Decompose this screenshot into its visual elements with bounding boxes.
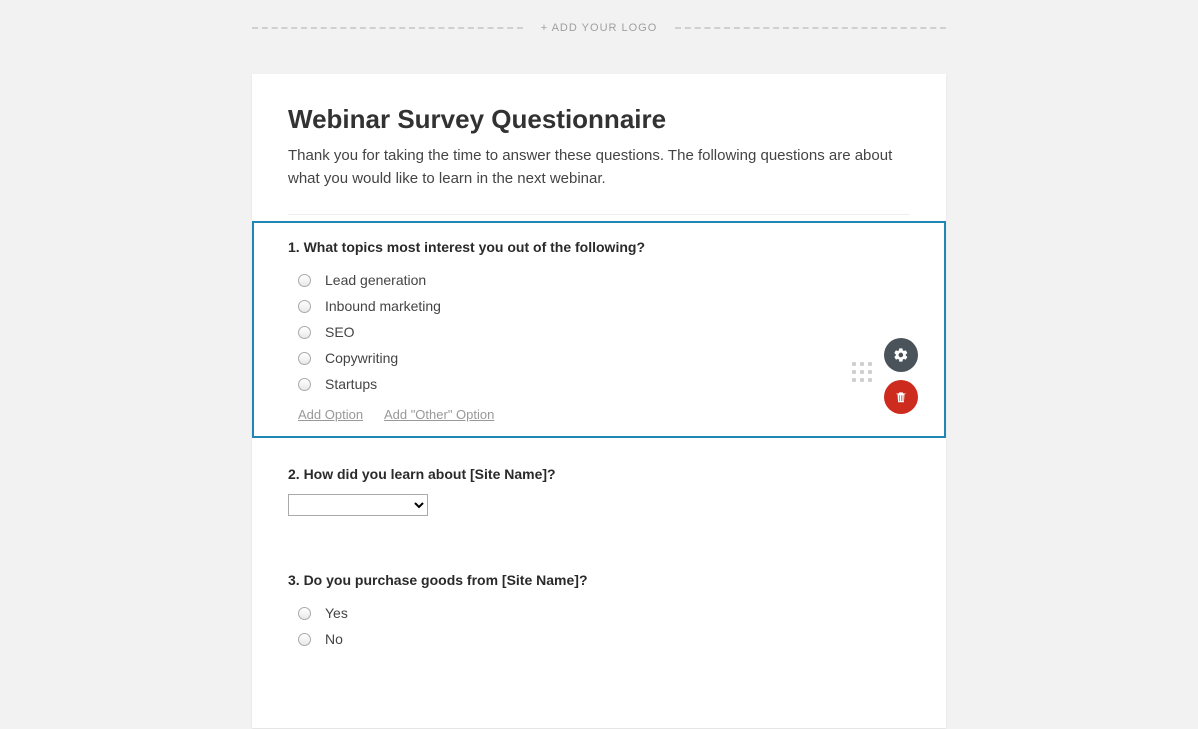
survey-title[interactable]: Webinar Survey Questionnaire bbox=[288, 104, 910, 135]
q1-option-label[interactable]: Startups bbox=[325, 376, 377, 392]
q3-option-label[interactable]: Yes bbox=[325, 605, 348, 621]
radio-icon[interactable] bbox=[298, 633, 311, 646]
add-other-option-link[interactable]: Add "Other" Option bbox=[384, 407, 494, 422]
dash-left bbox=[252, 27, 523, 29]
header-divider bbox=[288, 214, 910, 215]
drag-handle-icon[interactable] bbox=[852, 362, 872, 382]
delete-button[interactable] bbox=[884, 380, 918, 414]
q1-option-label[interactable]: Lead generation bbox=[325, 272, 426, 288]
q1-option-row[interactable]: Inbound marketing bbox=[288, 293, 910, 319]
question-2-block[interactable]: 2. How did you learn about [Site Name]? bbox=[252, 438, 946, 532]
radio-icon[interactable] bbox=[298, 378, 311, 391]
trash-icon bbox=[894, 389, 908, 405]
q3-option-row[interactable]: Yes bbox=[288, 600, 910, 626]
gear-icon bbox=[893, 347, 909, 363]
survey-description[interactable]: Thank you for taking the time to answer … bbox=[288, 145, 910, 190]
logo-bar: + ADD YOUR LOGO bbox=[252, 22, 946, 34]
question-3-title[interactable]: 3. Do you purchase goods from [Site Name… bbox=[288, 572, 910, 588]
question-1-title[interactable]: 1. What topics most interest you out of … bbox=[288, 239, 910, 255]
question-1-block[interactable]: 1. What topics most interest you out of … bbox=[252, 221, 946, 438]
q1-option-label[interactable]: SEO bbox=[325, 324, 355, 340]
survey-sheet: Webinar Survey Questionnaire Thank you f… bbox=[252, 74, 946, 728]
question-3-block[interactable]: 3. Do you purchase goods from [Site Name… bbox=[252, 532, 946, 668]
radio-icon[interactable] bbox=[298, 300, 311, 313]
radio-icon[interactable] bbox=[298, 274, 311, 287]
q1-option-row[interactable]: Copywriting bbox=[288, 345, 910, 371]
radio-icon[interactable] bbox=[298, 326, 311, 339]
dash-right bbox=[675, 27, 946, 29]
q1-option-row[interactable]: SEO bbox=[288, 319, 910, 345]
q1-option-row[interactable]: Startups bbox=[288, 371, 910, 397]
question-action-buttons bbox=[884, 338, 918, 414]
add-logo-button[interactable]: + ADD YOUR LOGO bbox=[523, 22, 676, 34]
radio-icon[interactable] bbox=[298, 352, 311, 365]
question-2-select[interactable] bbox=[288, 494, 428, 516]
add-option-link[interactable]: Add Option bbox=[298, 407, 363, 422]
q1-option-label[interactable]: Copywriting bbox=[325, 350, 398, 366]
radio-icon[interactable] bbox=[298, 607, 311, 620]
settings-button[interactable] bbox=[884, 338, 918, 372]
q3-option-row[interactable]: No bbox=[288, 626, 910, 652]
q3-option-label[interactable]: No bbox=[325, 631, 343, 647]
q1-option-label[interactable]: Inbound marketing bbox=[325, 298, 441, 314]
question-2-title[interactable]: 2. How did you learn about [Site Name]? bbox=[288, 466, 910, 482]
q1-option-row[interactable]: Lead generation bbox=[288, 267, 910, 293]
